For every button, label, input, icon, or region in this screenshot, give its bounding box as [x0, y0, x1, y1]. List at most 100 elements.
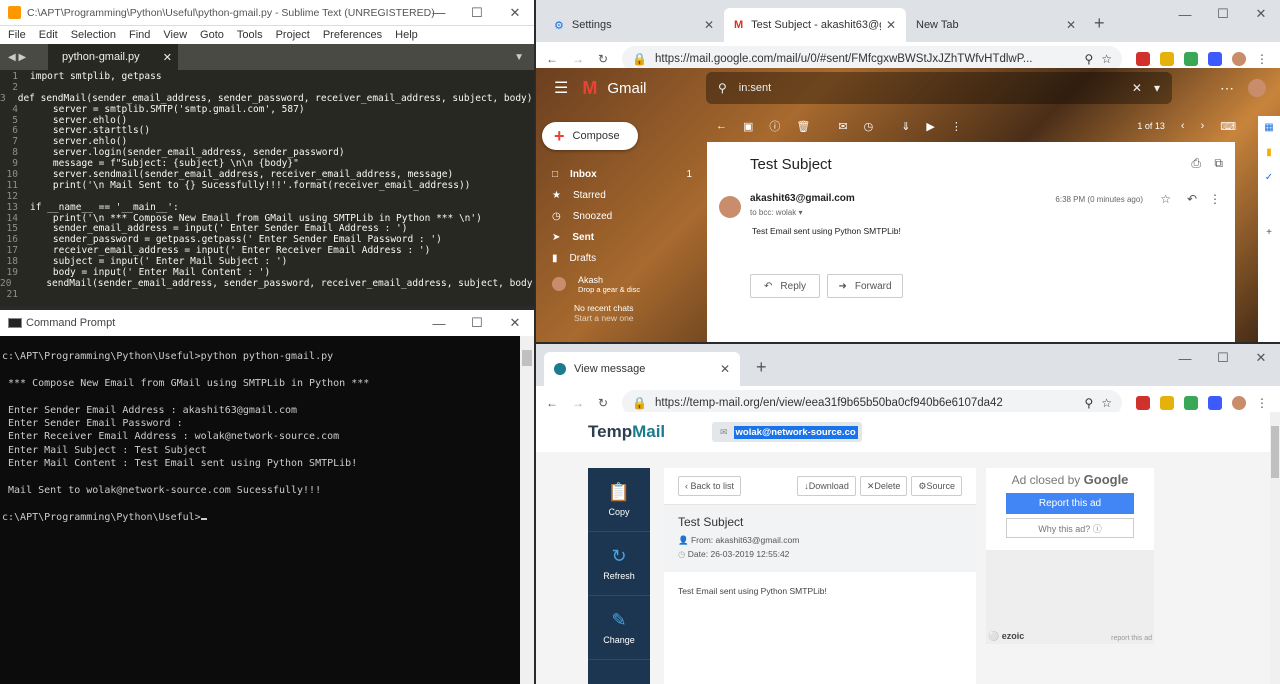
extension-shield-icon[interactable] [1136, 396, 1150, 410]
forward-button[interactable]: ➜ Forward [827, 274, 903, 298]
snooze-icon[interactable]: ◷ [864, 120, 874, 133]
tab-view-message[interactable]: View message ✕ [544, 352, 740, 386]
tab-gmail[interactable]: M Test Subject - akashit63@gm ✕ [724, 8, 906, 42]
search-options-icon[interactable]: ▾ [1154, 81, 1160, 95]
menu-goto[interactable]: Goto [200, 29, 224, 41]
close-icon[interactable]: ✕ [1242, 344, 1280, 372]
star-icon[interactable]: ☆ [1160, 192, 1171, 206]
zoom-icon[interactable]: ⚲ [1084, 396, 1093, 410]
tab-close-icon[interactable]: ✕ [1066, 18, 1076, 32]
tab-close-icon[interactable]: ✕ [886, 18, 896, 32]
next-icon[interactable]: › [1201, 120, 1205, 132]
more-icon[interactable]: ⋮ [1209, 192, 1221, 206]
star-icon[interactable]: ☆ [1101, 52, 1112, 66]
back-arrow-icon[interactable]: ← [716, 120, 727, 132]
keep-icon[interactable]: ▮ [1266, 147, 1272, 158]
cmd-scroll-thumb[interactable] [522, 350, 532, 366]
reload-icon[interactable]: ↻ [598, 396, 608, 410]
cmd-scrollbar[interactable] [520, 336, 534, 684]
menu-view[interactable]: View [163, 29, 187, 41]
forward-icon[interactable]: → [572, 52, 584, 66]
maximize-icon[interactable]: ☐ [1204, 0, 1242, 28]
move-icon[interactable]: ⇓ [901, 120, 910, 133]
profile-avatar[interactable] [1232, 396, 1246, 410]
cmd-output[interactable]: c:\APT\Programming\Python\Useful>python … [0, 336, 534, 524]
spam-icon[interactable]: ⓘ [769, 118, 780, 134]
menu-file[interactable]: File [8, 29, 26, 41]
reply-icon[interactable]: ↶ [1187, 192, 1197, 206]
back-to-list-button[interactable]: ‹ Back to list [678, 476, 742, 496]
label-icon[interactable]: ▶ [926, 120, 934, 133]
email-address-field[interactable]: ✉ wolak@network-source.co [712, 422, 862, 442]
menu-project[interactable]: Project [276, 29, 310, 41]
star-icon[interactable]: ☆ [1101, 396, 1112, 410]
tab-settings[interactable]: ⚙ Settings ✕ [544, 8, 724, 42]
close-icon[interactable]: ✕ [496, 0, 534, 25]
page-scrollbar[interactable] [1270, 412, 1280, 684]
tab-close-icon[interactable]: ✕ [704, 18, 714, 32]
maximize-icon[interactable]: ☐ [1204, 344, 1242, 372]
back-icon[interactable]: ← [546, 52, 558, 66]
back-icon[interactable]: ← [546, 396, 558, 410]
source-button[interactable]: ⚙ Source [911, 476, 962, 496]
prev-icon[interactable]: ‹ [1181, 120, 1185, 132]
compose-button[interactable]: + Compose [542, 122, 638, 150]
search-input[interactable]: in:sent [739, 82, 1120, 94]
refresh-button[interactable]: ↻ Refresh [588, 532, 650, 596]
extension-glasses-icon[interactable] [1160, 52, 1174, 66]
reload-icon[interactable]: ↻ [598, 52, 608, 66]
minimize-icon[interactable]: — [1166, 0, 1204, 28]
maximize-icon[interactable]: ☐ [458, 310, 496, 336]
nav-inbox[interactable]: □ Inbox 1 [552, 164, 692, 185]
change-button[interactable]: ✎ Change [588, 596, 650, 660]
menu-edit[interactable]: Edit [39, 29, 58, 41]
open-new-window-icon[interactable]: ⧉ [1214, 156, 1223, 171]
print-icon[interactable]: ⎙ [1191, 156, 1201, 171]
extension-drive-icon[interactable] [1184, 52, 1198, 66]
nav-snoozed[interactable]: ◷ Snoozed [552, 206, 692, 227]
menu-dots-icon[interactable]: ⋮ [1256, 396, 1270, 410]
minimize-icon[interactable]: — [420, 0, 458, 25]
new-tab-icon[interactable]: + [1094, 13, 1105, 34]
nav-drafts[interactable]: ▮ Drafts [552, 248, 692, 269]
zoom-icon[interactable]: ⚲ [1084, 52, 1093, 66]
close-icon[interactable]: ✕ [1242, 0, 1280, 28]
calendar-icon[interactable]: ▦ [1264, 122, 1273, 133]
add-addon-icon[interactable]: + [1266, 227, 1272, 238]
hamburger-icon[interactable]: ☰ [554, 78, 568, 98]
keyboard-icon[interactable]: ⌨ [1220, 120, 1236, 133]
search-icon[interactable]: ⚲ [718, 81, 727, 95]
editor-tab[interactable]: python-gmail.py ✕ [48, 44, 178, 70]
reply-button[interactable]: ↶ Reply [750, 274, 820, 298]
maximize-icon[interactable]: ☐ [458, 0, 496, 25]
extension-drive-icon[interactable] [1184, 396, 1198, 410]
nav-sent[interactable]: ➤ Sent [552, 227, 692, 248]
tab-close-icon[interactable]: ✕ [720, 362, 730, 376]
account-avatar[interactable] [1248, 79, 1266, 97]
page-scroll-thumb[interactable] [1271, 426, 1279, 478]
minimize-icon[interactable]: — [1166, 344, 1204, 372]
start-chat-link[interactable]: Start a new one [574, 313, 634, 323]
report-ad-link[interactable]: report this ad [1111, 635, 1152, 642]
menu-help[interactable]: Help [395, 29, 418, 41]
delete-button[interactable]: ✕ Delete [859, 476, 908, 496]
archive-icon[interactable]: ▣ [743, 120, 753, 133]
tempmail-logo[interactable]: TempMail [588, 422, 665, 442]
menu-find[interactable]: Find [129, 29, 150, 41]
tab-nav-arrows-icon[interactable]: ◀ ▶ [8, 52, 48, 63]
hangouts-user[interactable]: Akash Drop a gear & disc [552, 271, 692, 297]
minimize-icon[interactable]: — [420, 310, 458, 336]
extension-cast-icon[interactable] [1208, 396, 1222, 410]
menu-tools[interactable]: Tools [237, 29, 263, 41]
extension-shield-icon[interactable] [1136, 52, 1150, 66]
profile-avatar[interactable] [1232, 52, 1246, 66]
recipient-line[interactable]: to bcc: wolak ▾ [750, 208, 803, 217]
why-this-ad-button[interactable]: Why this ad? ⓘ [1006, 518, 1134, 538]
menu-preferences[interactable]: Preferences [323, 29, 382, 41]
nav-starred[interactable]: ★ Starred [552, 185, 692, 206]
code-editor[interactable]: 1 import smtplib, getpass 2 3 def sendMail(s… [0, 70, 534, 301]
extension-cast-icon[interactable] [1208, 52, 1222, 66]
extension-glasses-icon[interactable] [1160, 396, 1174, 410]
apps-grid-icon[interactable]: ⋯ [1220, 80, 1234, 97]
copy-button[interactable]: 📋 Copy [588, 468, 650, 532]
